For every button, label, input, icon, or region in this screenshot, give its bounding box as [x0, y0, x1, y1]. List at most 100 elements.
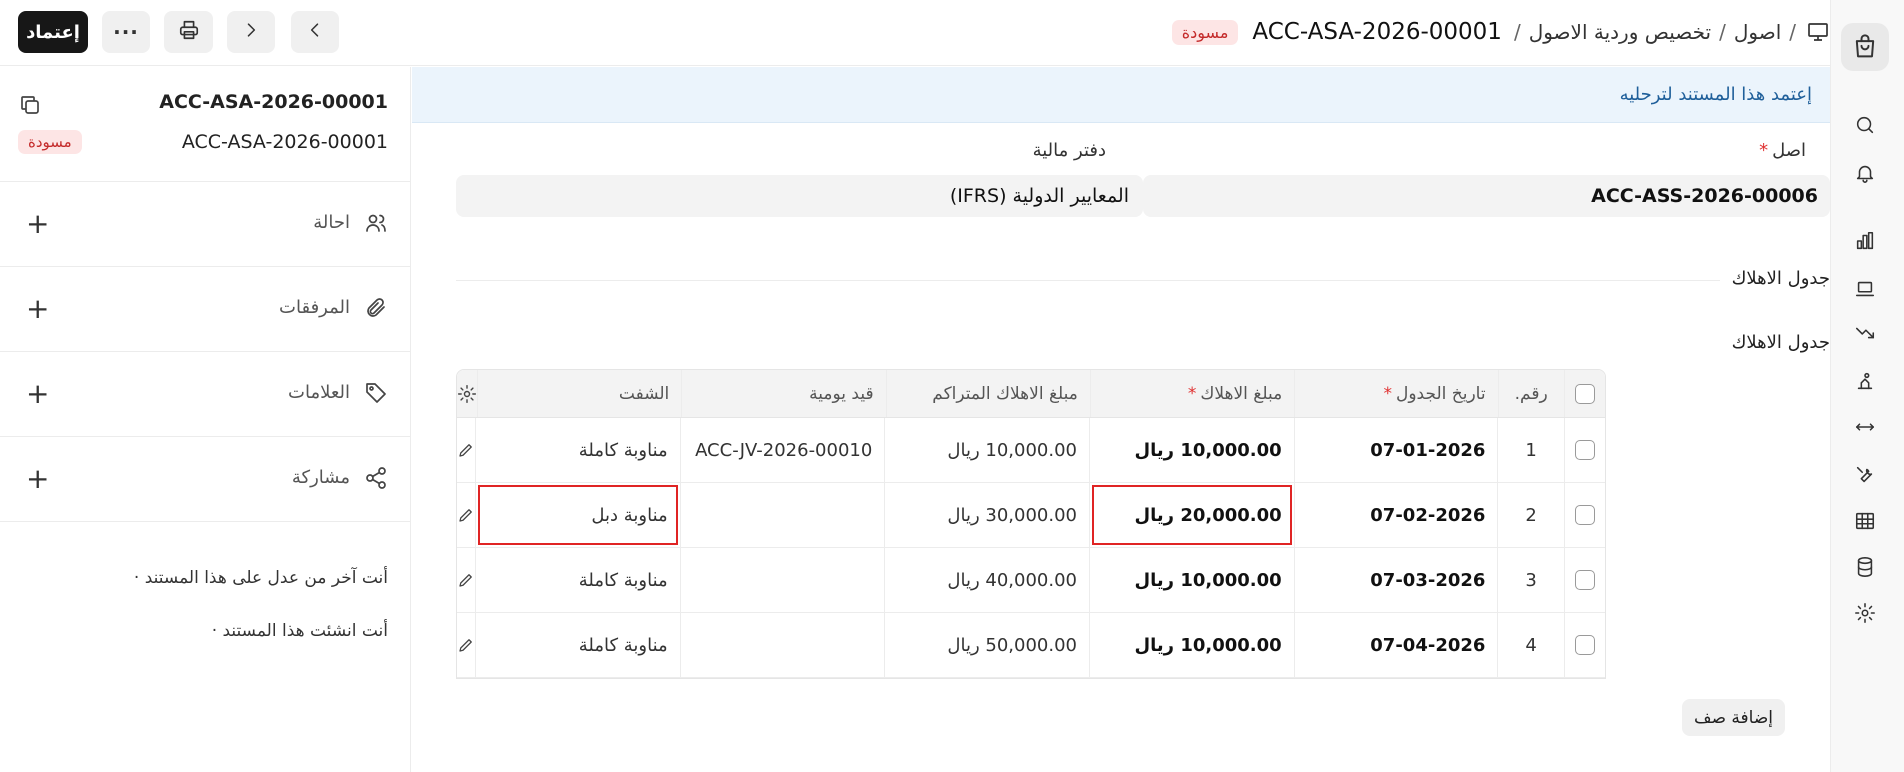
row-journal-entry[interactable]: ACC-JV-2026-00010: [679, 418, 885, 482]
tag-icon: [364, 381, 388, 409]
row-accumulated[interactable]: 10,000.00 ريال: [884, 418, 1089, 482]
chevron-right-icon: [241, 20, 261, 44]
table-row[interactable]: 4 07-04-2026 10,000.00 ريال 50,000.00 ري…: [457, 613, 1605, 678]
sidebar-item-share[interactable]: مشاركة +: [0, 437, 410, 522]
search-icon[interactable]: [1853, 113, 1877, 137]
row-amount[interactable]: 10,000.00 ريال: [1089, 418, 1294, 482]
sidebar-doc-id: ACC-ASA-2026-00001: [181, 131, 388, 153]
row-idx: 3: [1497, 548, 1563, 612]
copy-icon[interactable]: [18, 93, 42, 121]
row-date[interactable]: 07-02-2026: [1293, 483, 1498, 547]
add-tag-button[interactable]: +: [26, 380, 49, 408]
trend-icon[interactable]: [1853, 321, 1877, 345]
row-amount[interactable]: 10,000.00 ريال: [1089, 613, 1294, 677]
app-logo-icon[interactable]: [1841, 23, 1889, 71]
row-journal-entry[interactable]: [679, 613, 885, 677]
desktop-icon[interactable]: [1806, 20, 1830, 44]
status-badge: مسودة: [1171, 19, 1239, 45]
arrows-horizontal-icon[interactable]: [1853, 415, 1877, 439]
row-amount[interactable]: 20,000.00 ريال: [1089, 483, 1294, 547]
paperclip-icon: [364, 296, 388, 324]
table-icon[interactable]: [1853, 509, 1877, 533]
finance-book-field[interactable]: المعايير الدولية (IFRS): [456, 175, 1143, 217]
wrench-icon[interactable]: [1853, 463, 1877, 487]
asset-field[interactable]: ACC-ASS-2026-00006: [1143, 175, 1830, 217]
document-sidebar: ACC-ASA-2026-00001 ACC-ASA-2026-00001 مس…: [0, 67, 411, 772]
column-header-idx: رقم.: [1497, 370, 1564, 417]
gear-icon[interactable]: [457, 370, 477, 417]
section-title-depreciation: جدول الاهلاك: [1731, 268, 1830, 289]
row-shift[interactable]: مناوبة كاملة: [474, 418, 680, 482]
row-shift[interactable]: مناوبة كاملة: [474, 613, 680, 677]
row-idx: 4: [1497, 613, 1563, 677]
row-journal-entry[interactable]: [679, 548, 885, 612]
bell-icon[interactable]: [1853, 161, 1877, 185]
activity-item: أنت انشئت هذا المستند ·: [211, 621, 388, 641]
sidebar-item-label: المرفقات: [279, 297, 350, 318]
sidebar-item-label: مشاركة: [291, 467, 350, 488]
row-accumulated[interactable]: 50,000.00 ريال: [884, 613, 1089, 677]
database-icon[interactable]: [1853, 555, 1877, 579]
submit-button[interactable]: إعتماد: [18, 11, 88, 53]
more-horizontal-icon: ···: [113, 20, 139, 44]
previous-button[interactable]: [291, 11, 339, 53]
print-button[interactable]: [164, 11, 213, 53]
bar-chart-icon[interactable]: [1853, 229, 1877, 253]
column-header-accumulated: مبلغ الاهلاك المتراكم: [885, 370, 1090, 417]
row-journal-entry[interactable]: [679, 483, 885, 547]
add-assign-button[interactable]: +: [26, 210, 49, 238]
laptop-icon[interactable]: [1853, 277, 1877, 301]
finance-book-label: دفتر مالية: [1032, 140, 1106, 161]
row-amount[interactable]: 10,000.00 ريال: [1089, 548, 1294, 612]
row-accumulated[interactable]: 30,000.00 ريال: [884, 483, 1089, 547]
row-checkbox[interactable]: [1563, 483, 1605, 547]
row-date[interactable]: 07-03-2026: [1293, 548, 1498, 612]
sidebar-item-label: احالة: [313, 212, 350, 233]
breadcrumb-item-shift-allocation[interactable]: تخصيص وردية الاصول: [1529, 20, 1711, 44]
sidebar-item-label: العلامات: [288, 382, 350, 403]
row-date[interactable]: 07-01-2026: [1293, 418, 1498, 482]
sidebar-item-assign[interactable]: احالة +: [0, 182, 410, 267]
pencil-icon[interactable]: [457, 418, 475, 482]
pencil-icon[interactable]: [457, 613, 475, 677]
depreciation-table: رقم. تاريخ الجدول * مبلغ الاهلاك * مبلغ ال…: [456, 369, 1606, 679]
select-all-checkbox[interactable]: [1563, 370, 1605, 417]
row-checkbox[interactable]: [1563, 613, 1605, 677]
row-date[interactable]: 07-04-2026: [1293, 613, 1498, 677]
next-button[interactable]: [227, 11, 275, 53]
row-checkbox[interactable]: [1563, 418, 1605, 482]
top-bar: / اصول / تخصيص وردية الاصول / ACC-ASA-20…: [0, 0, 1830, 66]
row-shift[interactable]: مناوبة كاملة: [474, 548, 680, 612]
table-title: جدول الاهلاك: [1731, 332, 1830, 353]
divider: [456, 280, 1720, 281]
asset-label: اصل*: [1759, 140, 1806, 161]
submit-alert: إعتمد هذا المستند لترحليه: [412, 67, 1830, 123]
table-row[interactable]: 2 07-02-2026 20,000.00 ريال 30,000.00 ري…: [457, 483, 1605, 548]
settings-icon[interactable]: [1853, 601, 1877, 625]
row-idx: 2: [1497, 483, 1563, 547]
row-shift[interactable]: مناوبة دبل: [474, 483, 680, 547]
sidebar-item-attachments[interactable]: المرفقات +: [0, 267, 410, 352]
table-row[interactable]: 1 07-01-2026 10,000.00 ريال 10,000.00 ري…: [457, 418, 1605, 483]
add-share-button[interactable]: +: [26, 465, 49, 493]
tools-icon[interactable]: [1853, 369, 1877, 393]
add-row-button[interactable]: إضافة صف: [1682, 699, 1786, 736]
pencil-icon[interactable]: [457, 483, 475, 547]
printer-icon: [178, 19, 200, 45]
sidebar-doc-name: ACC-ASA-2026-00001: [159, 91, 388, 113]
breadcrumb-item-assets[interactable]: اصول: [1734, 20, 1781, 44]
breadcrumb-separator: /: [1513, 20, 1521, 44]
row-idx: 1: [1497, 418, 1563, 482]
breadcrumb-separator: /: [1789, 20, 1796, 44]
column-header-journal: قيد يومية: [681, 370, 885, 417]
users-icon: [364, 211, 388, 239]
sidebar-item-tags[interactable]: العلامات +: [0, 352, 410, 437]
more-button[interactable]: ···: [102, 11, 150, 53]
row-checkbox[interactable]: [1563, 548, 1605, 612]
table-row[interactable]: 3 07-03-2026 10,000.00 ريال 40,000.00 ري…: [457, 548, 1605, 613]
row-accumulated[interactable]: 40,000.00 ريال: [884, 548, 1089, 612]
add-attachment-button[interactable]: +: [26, 295, 49, 323]
activity-item: أنت آخر من عدل على هذا المستند ·: [133, 568, 388, 588]
breadcrumb-separator: /: [1719, 20, 1726, 44]
pencil-icon[interactable]: [457, 548, 475, 612]
